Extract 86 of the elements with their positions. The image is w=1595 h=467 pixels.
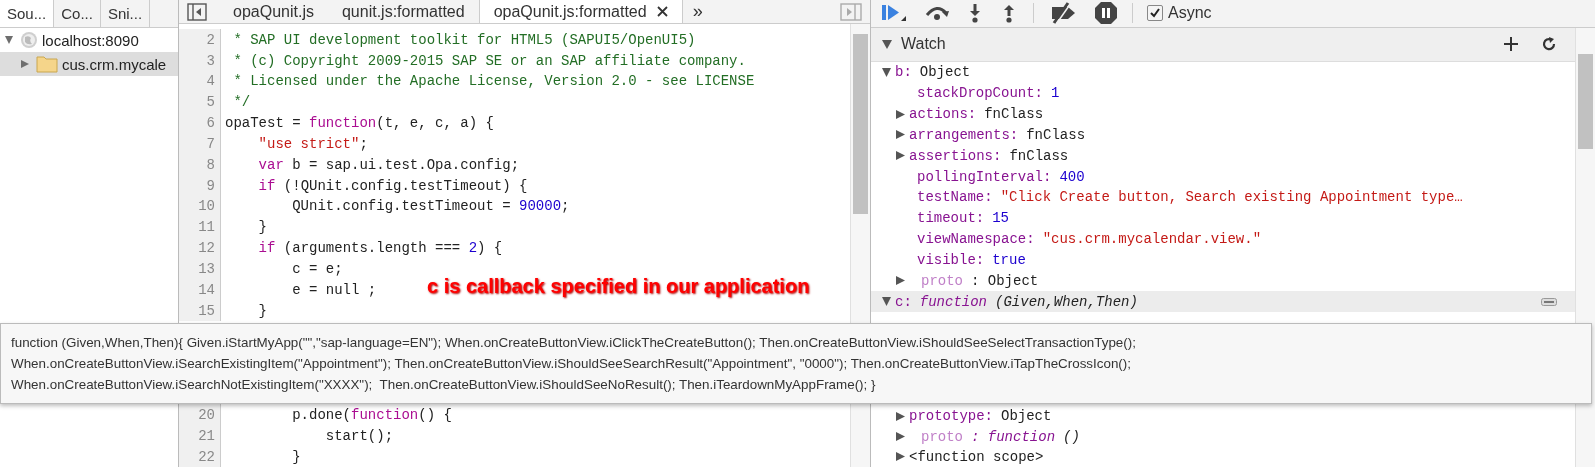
line-number: 21 xyxy=(179,425,221,447)
code-line: e = null ; xyxy=(291,281,377,298)
annotation-text: c is callback specified in our application xyxy=(427,275,810,298)
property-row[interactable]: actions: fnClass xyxy=(871,103,1575,125)
line-number: 22 xyxy=(179,446,221,467)
line-number: 15 xyxy=(179,300,221,322)
refresh-icon[interactable] xyxy=(1541,36,1557,53)
async-checkbox[interactable]: Async xyxy=(1147,4,1212,23)
line-number: 5 xyxy=(179,91,221,113)
line-number: 10 xyxy=(179,196,221,217)
property-row[interactable]: pollingInterval: 400 xyxy=(871,166,1575,188)
line-number: 3 xyxy=(179,50,221,71)
file-tab[interactable]: opaQunit.js:formatted xyxy=(478,0,683,24)
line-number: 11 xyxy=(179,216,221,238)
line-number: 12 xyxy=(179,237,221,259)
expand-arrow-icon xyxy=(881,296,892,308)
code-line: */ xyxy=(232,94,251,111)
expand-arrow-icon xyxy=(895,431,906,443)
expand-arrow-icon xyxy=(895,108,906,120)
line-number: 13 xyxy=(179,258,221,280)
expand-arrow-icon xyxy=(895,275,906,287)
add-icon[interactable] xyxy=(1503,36,1519,53)
expand-arrow-icon xyxy=(895,150,906,162)
more-tabs-button[interactable]: » xyxy=(682,1,713,23)
property-row[interactable]: timeout: 15 xyxy=(871,207,1575,229)
code-line: * Licensed under the Apache License, Version 2.0 - see LICENSE xyxy=(232,73,755,90)
tree-item[interactable]: cus.crm.mycale xyxy=(0,52,178,76)
property-row[interactable]: proto : Object xyxy=(871,270,1575,292)
line-number: 6 xyxy=(179,112,221,134)
tooltip: function (Given,When,Then){ Given.iStartMyApp("","sap-language=EN"); When.onCreateButtonView.iClickTheCreateButton(); Then.onCreateButtonView.iShouldSeeSelectTransactionType(); When.onCreateButtonView.iSearchExistingItem("Appointment"); Then.onCreateButtonView.iShouldSeeSearchResult("Appointment", "0000"); Then.onCreateButtonView.iTapTheCrossIcon(); When.onCreateButtonView.iSearchNotExistingItem("XXXX"); Then.onCreateButtonView.iShouldSeeNoResult(); Then.iTeardownMyAppFrame(); } xyxy=(0,323,1592,404)
file-tab[interactable]: qunit.js:formatted xyxy=(327,0,479,24)
property-row[interactable]: stackDropCount: 1 xyxy=(871,82,1575,104)
code-line: p.done(function() { xyxy=(291,406,452,423)
scrollbar-thumb[interactable] xyxy=(1578,54,1593,149)
code-line: if (!QUnit.config.testTimeout) { xyxy=(257,177,528,194)
expand-arrow-icon xyxy=(895,129,906,141)
folder-icon xyxy=(36,55,58,73)
code-line: var b = sap.ui.test.Opa.config; xyxy=(257,156,520,173)
property-row[interactable]: viewNamespace: "cus.crm.mycalendar.view." xyxy=(871,228,1575,250)
property-row[interactable]: arrangements: fnClass xyxy=(871,124,1575,146)
watch-expression[interactable]: c: function (Given,When,Then) xyxy=(871,291,1575,313)
scrollbar-thumb[interactable] xyxy=(853,34,868,215)
code-line: opaTest = function(t, e, c, a) { xyxy=(224,115,494,132)
sidebar-toggle-icon[interactable] xyxy=(840,2,862,21)
checkmark-icon xyxy=(1149,7,1161,20)
code-line: * SAP UI development toolkit for HTML5 (SAPUI5/OpenUI5) xyxy=(232,31,696,48)
code-line: c = e; xyxy=(291,260,343,277)
code-line: } xyxy=(291,448,301,465)
sidebar-toggle-icon[interactable] xyxy=(187,2,207,21)
line-number: 8 xyxy=(179,154,221,176)
line-number: 7 xyxy=(179,133,221,155)
expand-arrow-icon xyxy=(4,35,14,45)
expand-arrow-icon xyxy=(895,451,906,463)
watch-section-header[interactable]: Watch xyxy=(871,28,1575,62)
line-number: 2 xyxy=(179,29,221,51)
panel-tab[interactable]: Sni... xyxy=(100,0,151,27)
code-line: } xyxy=(257,219,267,236)
line-number: 9 xyxy=(179,175,221,196)
property-row[interactable]: prototype: Object xyxy=(871,406,1575,427)
pause-icon[interactable] xyxy=(1094,1,1118,26)
property-row[interactable]: proto : function () xyxy=(871,426,1575,447)
expand-arrow-icon xyxy=(20,59,30,69)
collapse-arrow-icon xyxy=(881,38,893,51)
watch-expression[interactable]: b: Object xyxy=(871,62,1575,83)
code-line: start(); xyxy=(324,427,394,444)
expand-arrow-icon xyxy=(895,410,906,422)
globe-icon xyxy=(20,31,38,49)
code-line: QUnit.config.testTimeout = 90000; xyxy=(291,198,570,215)
code-line: } xyxy=(257,302,267,319)
panel-tab[interactable]: Co... xyxy=(54,0,101,27)
code-line: if (arguments.length === 2) { xyxy=(257,240,503,257)
property-row[interactable]: visible: true xyxy=(871,249,1575,271)
file-tab[interactable]: opaQunit.js xyxy=(219,0,328,24)
close-icon[interactable] xyxy=(656,6,668,18)
tree-item[interactable]: localhost:8090 xyxy=(0,28,178,52)
property-row[interactable]: <function scope> xyxy=(871,446,1575,467)
expand-arrow-icon xyxy=(881,66,892,78)
code-line: "use strict"; xyxy=(257,135,368,152)
code-line: * (c) Copyright 2009-2015 SAP SE or an SAP affiliate company. xyxy=(232,52,746,69)
line-number: 4 xyxy=(179,70,221,92)
panel-tab[interactable]: Sou... xyxy=(0,0,55,27)
property-row[interactable]: testName: "Click Create button, Search existing Appointment type… xyxy=(871,187,1575,208)
property-row[interactable]: assertions: fnClass xyxy=(871,145,1575,167)
line-number: 20 xyxy=(179,404,221,426)
line-number: 14 xyxy=(179,279,221,301)
remove-watch-icon[interactable] xyxy=(1541,297,1557,306)
